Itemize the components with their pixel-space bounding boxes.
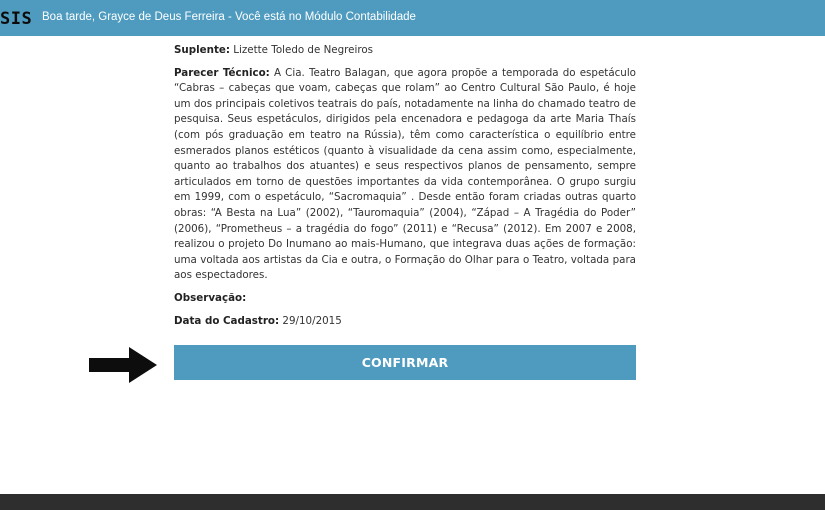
data-cadastro-row: Data do Cadastro: 29/10/2015 <box>174 314 636 330</box>
observacao-label: Observação: <box>174 291 247 304</box>
arrow-right-icon <box>89 347 157 383</box>
data-cadastro-label: Data do Cadastro: <box>174 314 280 327</box>
parecer-row: Parecer Técnico: A Cia. Teatro Balagan, … <box>174 66 636 284</box>
footer-bar <box>0 494 825 510</box>
user-greeting: Boa tarde, Grayce de Deus Ferreira - Voc… <box>42 11 416 23</box>
suplente-value: Lizette Toledo de Negreiros <box>233 44 374 56</box>
parecer-label: Parecer Técnico: <box>174 66 270 79</box>
parecer-value: A Cia. Teatro Balagan, que agora propõe … <box>174 66 636 282</box>
suplente-label: Suplente: <box>174 44 230 56</box>
app-logo[interactable]: SIS <box>0 9 32 29</box>
confirm-button[interactable]: CONFIRMAR <box>174 345 636 380</box>
top-bar: SIS Boa tarde, Grayce de Deus Ferreira -… <box>0 0 825 36</box>
observacao-row: Observação: <box>174 291 636 307</box>
data-cadastro-value: 29/10/2015 <box>282 314 342 327</box>
record-details: Suplente: Lizette Toledo de Negreiros Pa… <box>174 43 636 336</box>
suplente-row: Suplente: Lizette Toledo de Negreiros <box>174 43 636 59</box>
